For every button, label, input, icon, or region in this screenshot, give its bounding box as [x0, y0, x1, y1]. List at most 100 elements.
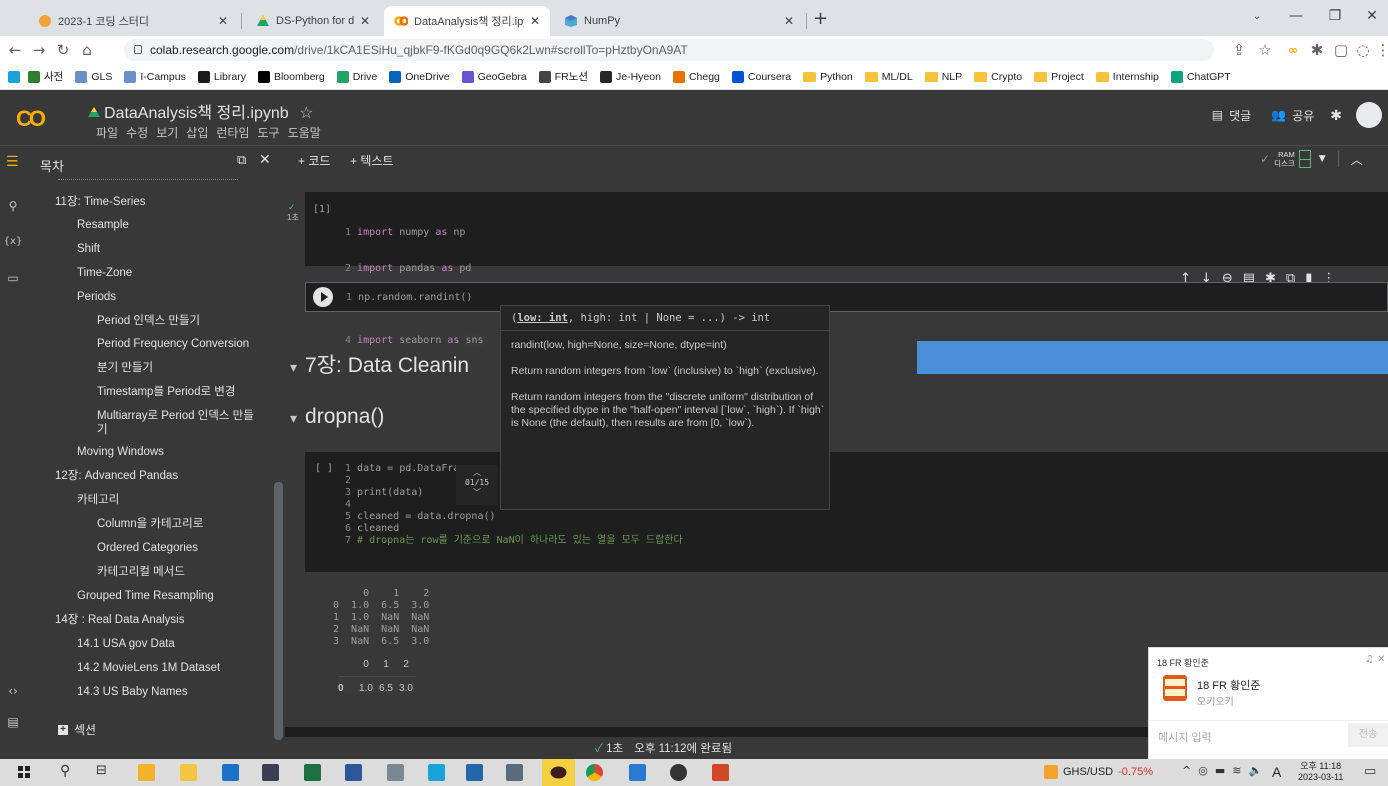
- toc-item[interactable]: 14.3 US Baby Names: [77, 685, 188, 699]
- collapse-caret-icon[interactable]: ▾: [290, 410, 297, 426]
- bookmark-item[interactable]: Project: [1034, 71, 1084, 83]
- add-text-button[interactable]: + 텍스트: [350, 152, 393, 169]
- bookmark-item[interactable]: Crypto: [974, 71, 1022, 83]
- apps-icon[interactable]: [8, 70, 20, 83]
- close-icon[interactable]: ✕: [218, 14, 228, 28]
- toc-item[interactable]: 12장: Advanced Pandas: [55, 469, 178, 483]
- bookmark-item[interactable]: GLS: [75, 70, 112, 83]
- colab-extension-icon[interactable]: ∞: [1282, 40, 1304, 60]
- chat-input[interactable]: 메시지 입력: [1158, 729, 1212, 745]
- task-view-icon[interactable]: ⊟: [96, 763, 107, 778]
- overload-pager[interactable]: ︿ 01/15 ﹀: [456, 465, 498, 505]
- more-menu-icon[interactable]: ⋮: [1372, 40, 1388, 60]
- people-icon[interactable]: 👥: [1271, 108, 1286, 122]
- toc-item[interactable]: Ordered Categories: [97, 541, 198, 555]
- onenote-icon[interactable]: [428, 764, 445, 781]
- chevron-up-icon[interactable]: ︿: [456, 467, 498, 478]
- tab-search-icon[interactable]: ⌄: [1237, 0, 1277, 32]
- new-tab-button[interactable]: +: [813, 8, 828, 29]
- tab-ds-python[interactable]: DS-Python for data analysis - G ✕: [246, 6, 380, 36]
- onedrive-icon[interactable]: ◎: [1198, 764, 1208, 777]
- toc-item[interactable]: Multiarray로 Period 인덱스 만들: [97, 409, 254, 423]
- gear-icon[interactable]: ✱: [1330, 107, 1342, 124]
- toc-item[interactable]: 14.1 USA gov Data: [77, 637, 175, 651]
- toc-item[interactable]: 14장 : Real Data Analysis: [55, 613, 184, 627]
- menu-item[interactable]: 도구: [258, 124, 280, 141]
- extensions-icon[interactable]: ✱: [1306, 40, 1328, 60]
- clock[interactable]: 오후 11:18 2023-03-11: [1298, 761, 1343, 783]
- close-icon[interactable]: ✕: [360, 14, 370, 28]
- reload-icon[interactable]: ↻: [52, 40, 74, 60]
- github-desktop-icon[interactable]: [670, 764, 687, 781]
- code-cell-imports[interactable]: 1 import numpy as np 2 import pandas as …: [305, 192, 1388, 346]
- bookmark-item[interactable]: 사전: [28, 69, 63, 84]
- notification-icon[interactable]: ▭: [1364, 764, 1376, 779]
- share-button[interactable]: 공유: [1292, 107, 1314, 124]
- bookmark-item[interactable]: Drive: [336, 70, 377, 83]
- window-close-button[interactable]: ✕: [1352, 0, 1388, 32]
- variables-icon[interactable]: {x}: [4, 233, 23, 249]
- toc-item[interactable]: Moving Windows: [77, 445, 164, 459]
- tab-coding-study[interactable]: 2023-1 코딩 스터디 ✕: [28, 6, 238, 36]
- tab-numpy[interactable]: NumPy ✕: [554, 6, 804, 36]
- menu-item[interactable]: 런타임: [216, 124, 249, 141]
- menu-item[interactable]: 수정: [126, 124, 148, 141]
- star-icon[interactable]: ☆: [299, 105, 313, 122]
- excel-icon[interactable]: [304, 764, 321, 781]
- tab-colab-notebook[interactable]: DataAnalysis책 정리.ipynb - Col ✕: [384, 6, 550, 36]
- toc-item[interactable]: Shift: [77, 242, 100, 256]
- ime-indicator[interactable]: A: [1272, 764, 1281, 780]
- add-section-button[interactable]: + 섹션: [58, 721, 96, 738]
- close-icon[interactable]: ✕: [530, 14, 540, 28]
- menu-item[interactable]: 도움말: [288, 124, 321, 141]
- toc-item[interactable]: Resample: [77, 218, 129, 232]
- code-cell-dropna[interactable]: [ ] 1 data = pd.DataFrame 2 3 print(data)…: [305, 452, 1388, 572]
- send-button[interactable]: 전송: [1348, 723, 1388, 747]
- comment-icon[interactable]: ▤: [1212, 108, 1223, 122]
- comment-button[interactable]: 댓글: [1229, 107, 1251, 124]
- bookmark-item[interactable]: ML/DL: [864, 71, 913, 83]
- resource-indicator[interactable]: ✓ RAM 디스크 ▼ ︿: [1260, 150, 1363, 168]
- bookmark-item[interactable]: Je-Hyeon: [599, 70, 661, 83]
- forward-icon[interactable]: →: [28, 40, 50, 60]
- battery-icon[interactable]: ▬: [1215, 764, 1225, 777]
- bookmark-item[interactable]: GeoGebra: [461, 70, 527, 83]
- bookmark-item[interactable]: ChatGPT: [1170, 70, 1231, 83]
- home-icon[interactable]: ⌂: [76, 40, 98, 60]
- network-tool-icon[interactable]: [387, 764, 404, 781]
- toc-item[interactable]: Time-Zone: [77, 266, 132, 280]
- bookmark-item[interactable]: Library: [197, 70, 246, 83]
- maximize-button[interactable]: ❐: [1315, 0, 1355, 32]
- notebook-title[interactable]: DataAnalysis책 정리.ipynb ☆: [88, 99, 313, 123]
- bookmark-item[interactable]: I-Campus: [124, 70, 186, 83]
- powerpoint-icon[interactable]: [712, 764, 729, 781]
- toc-item[interactable]: 분기 만들기: [97, 361, 153, 375]
- menu-item[interactable]: 보기: [156, 124, 178, 141]
- menu-item[interactable]: 삽입: [186, 124, 208, 141]
- section-heading-dropna[interactable]: ▾ dropna(): [290, 405, 384, 429]
- bookmark-item[interactable]: Chegg: [672, 70, 720, 83]
- bookmark-star-icon[interactable]: ☆: [1254, 40, 1276, 60]
- search-icon[interactable]: ⚲: [5, 198, 21, 214]
- chevron-up-icon[interactable]: ^: [1182, 764, 1191, 777]
- colab-logo[interactable]: CO: [16, 106, 46, 132]
- file-explorer-icon[interactable]: [180, 764, 197, 781]
- add-code-button[interactable]: + 코드: [298, 152, 330, 169]
- toc-item[interactable]: Periods: [77, 290, 116, 304]
- toc-scrollbar[interactable]: [274, 482, 283, 740]
- toc-item[interactable]: Period 인덱스 만들기: [97, 314, 200, 328]
- code-cell-randint[interactable]: 1 np.random.randint(): [305, 282, 1388, 312]
- folder-icon[interactable]: ▭: [5, 270, 21, 286]
- share-icon[interactable]: ⇪: [1228, 40, 1250, 60]
- avatar[interactable]: [1356, 102, 1382, 128]
- open-tab-icon[interactable]: ⧉: [237, 153, 246, 168]
- paint-icon[interactable]: [506, 764, 523, 781]
- close-icon[interactable]: ✕: [784, 14, 794, 28]
- volume-icon[interactable]: 🔈: [1248, 764, 1262, 777]
- section-heading-7[interactable]: ▾ 7장: Data Cleanin: [290, 349, 469, 379]
- sticky-notes-icon[interactable]: [138, 764, 155, 781]
- chevron-down-icon[interactable]: ▼: [1319, 154, 1326, 164]
- toc-item[interactable]: Period Frequency Conversion: [97, 337, 249, 351]
- chrome-icon[interactable]: [586, 764, 603, 781]
- close-icon[interactable]: ✕: [259, 152, 271, 168]
